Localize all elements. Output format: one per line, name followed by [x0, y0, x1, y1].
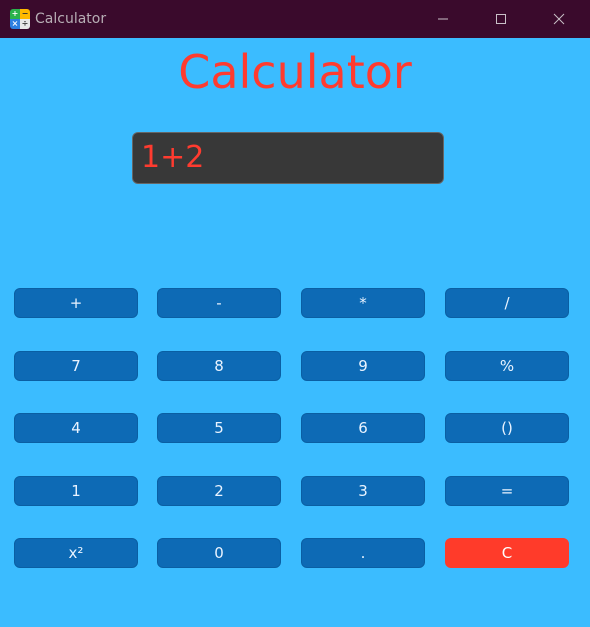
decimal-key[interactable]: .: [301, 538, 425, 568]
app-icon-glyph: ÷: [20, 19, 30, 29]
digit-2-key[interactable]: 2: [157, 476, 281, 506]
square-key[interactable]: x²: [14, 538, 138, 568]
maximize-button[interactable]: [472, 0, 530, 38]
digit-4-key[interactable]: 4: [14, 413, 138, 443]
plus-key[interactable]: +: [14, 288, 138, 318]
app-heading: Calculator: [178, 45, 412, 99]
app-icon-glyph: ×: [10, 19, 20, 29]
equals-key[interactable]: =: [445, 476, 569, 506]
percent-key[interactable]: %: [445, 351, 569, 381]
close-button[interactable]: [530, 0, 588, 38]
minimize-icon: [438, 18, 448, 20]
app-icon-glyph: −: [20, 9, 30, 19]
clear-key[interactable]: C: [445, 538, 569, 568]
multiply-key[interactable]: *: [301, 288, 425, 318]
divide-key[interactable]: /: [445, 288, 569, 318]
digit-0-key[interactable]: 0: [157, 538, 281, 568]
app-icon-glyph: +: [10, 9, 20, 19]
window-titlebar[interactable]: + − × ÷ Calculator: [0, 0, 590, 38]
digit-9-key[interactable]: 9: [301, 351, 425, 381]
digit-7-key[interactable]: 7: [14, 351, 138, 381]
calculator-display[interactable]: 1+2: [132, 132, 444, 184]
digit-1-key[interactable]: 1: [14, 476, 138, 506]
close-icon: [553, 13, 565, 25]
digit-3-key[interactable]: 3: [301, 476, 425, 506]
minimize-button[interactable]: [414, 0, 472, 38]
digit-5-key[interactable]: 5: [157, 413, 281, 443]
parentheses-key[interactable]: (): [445, 413, 569, 443]
window-title: Calculator: [35, 11, 107, 27]
digit-6-key[interactable]: 6: [301, 413, 425, 443]
digit-8-key[interactable]: 8: [157, 351, 281, 381]
maximize-icon: [496, 14, 506, 24]
minus-key[interactable]: -: [157, 288, 281, 318]
calculator-app-icon: + − × ÷: [10, 9, 30, 29]
